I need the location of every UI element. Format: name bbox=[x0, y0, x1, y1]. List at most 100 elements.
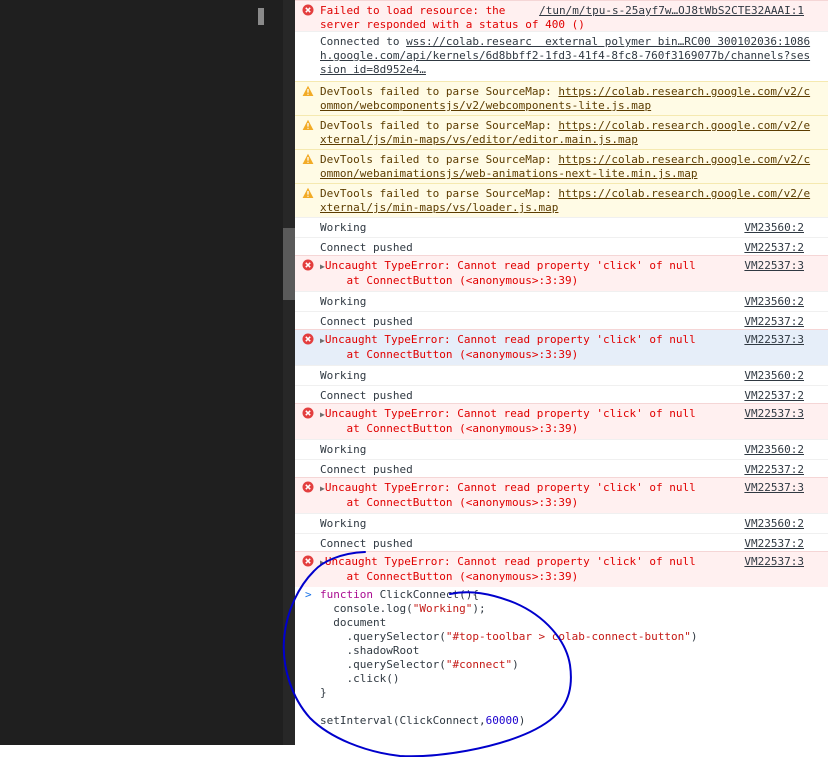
message-line: Connected to wss://colab.researc externa… bbox=[320, 35, 811, 48]
code-line[interactable]: document bbox=[320, 616, 386, 630]
console-warning-message: DevTools failed to parse SourceMap: http… bbox=[295, 81, 828, 115]
console-log-message: Connected to wss://colab.researc externa… bbox=[295, 31, 828, 81]
message-line: Working bbox=[320, 369, 367, 382]
expand-triangle-icon[interactable]: ▶ bbox=[320, 334, 325, 348]
code-line[interactable]: .shadowRoot bbox=[320, 644, 419, 658]
message-line: DevTools failed to parse SourceMap: http… bbox=[320, 187, 811, 200]
code-line[interactable]: } bbox=[320, 686, 327, 700]
source-map-link[interactable]: https://colab.research.google.com/v2/c bbox=[558, 153, 810, 166]
console-log-message: Working VM23560:2 bbox=[295, 217, 828, 237]
source-map-link[interactable]: ommon/webanimationsjs/web-animations-nex… bbox=[320, 167, 698, 180]
message-text: DevTools failed to parse SourceMap: http… bbox=[320, 153, 810, 181]
warning-triangle-icon bbox=[302, 119, 314, 130]
source-map-link[interactable]: https://colab.research.google.com/v2/c bbox=[558, 85, 810, 98]
message-text: ▶Uncaught TypeError: Cannot read propert… bbox=[320, 481, 696, 510]
code-line[interactable]: .querySelector("#top-toolbar > colab-con… bbox=[320, 630, 697, 644]
message-text: Connected to wss://colab.researc externa… bbox=[320, 35, 810, 77]
expand-triangle-icon[interactable]: ▶ bbox=[320, 408, 325, 422]
websocket-link[interactable]: h.google.com/api/kernels/6d8bbff2-1fd3-4… bbox=[320, 49, 810, 62]
source-map-link[interactable]: xternal/js/min-maps/vs/editor/editor.mai… bbox=[320, 133, 638, 146]
console-input[interactable]: > function ClickConnect(){ console.log("… bbox=[295, 587, 828, 745]
source-location-link[interactable]: VM23560:2 bbox=[744, 517, 804, 531]
message-line: ▶Uncaught TypeError: Cannot read propert… bbox=[320, 481, 696, 496]
console-warning-message: DevTools failed to parse SourceMap: http… bbox=[295, 149, 828, 183]
message-line: Working bbox=[320, 443, 367, 456]
source-location-link[interactable]: VM22537:3 bbox=[744, 555, 804, 569]
error-circle-icon bbox=[302, 407, 314, 419]
message-text: ▶Uncaught TypeError: Cannot read propert… bbox=[320, 333, 696, 362]
console-error-message[interactable]: ▶Uncaught TypeError: Cannot read propert… bbox=[295, 255, 828, 291]
message-line: Connect pushed bbox=[320, 389, 413, 402]
console-log-message: Connect pushed VM22537:2 bbox=[295, 237, 828, 255]
message-text: ▶Uncaught TypeError: Cannot read propert… bbox=[320, 259, 696, 288]
expand-triangle-icon[interactable]: ▶ bbox=[320, 482, 325, 496]
message-line: DevTools failed to parse SourceMap: http… bbox=[320, 119, 811, 132]
message-text: DevTools failed to parse SourceMap: http… bbox=[320, 119, 810, 147]
source-location-link[interactable]: VM22537:3 bbox=[744, 333, 804, 347]
message-text: ▶Uncaught TypeError: Cannot read propert… bbox=[320, 407, 696, 436]
scrollbar-thumb[interactable] bbox=[283, 228, 295, 300]
message-line: Connect pushed bbox=[320, 315, 413, 328]
console-log-message: Working VM23560:2 bbox=[295, 439, 828, 459]
message-line: at ConnectButton (<anonymous>:3:39) bbox=[320, 570, 579, 583]
source-location-link[interactable]: VM22537:3 bbox=[744, 259, 804, 273]
source-map-link[interactable]: https://colab.research.google.com/v2/e bbox=[558, 119, 810, 132]
console-error-message[interactable]: ▶Uncaught TypeError: Cannot read propert… bbox=[295, 403, 828, 439]
message-line: server responded with a status of 400 () bbox=[320, 18, 585, 31]
message-text: DevTools failed to parse SourceMap: http… bbox=[320, 187, 810, 215]
message-line: Working bbox=[320, 517, 367, 530]
source-map-link[interactable]: https://colab.research.google.com/v2/e bbox=[558, 187, 810, 200]
source-location-link[interactable]: VM22537:2 bbox=[744, 315, 804, 329]
code-line[interactable]: function ClickConnect(){ bbox=[320, 588, 479, 602]
message-line: DevTools failed to parse SourceMap: http… bbox=[320, 153, 811, 166]
console-error-message[interactable]: ▶Uncaught TypeError: Cannot read propert… bbox=[295, 477, 828, 513]
source-location-link[interactable]: VM22537:2 bbox=[744, 241, 804, 255]
message-text: Working bbox=[320, 295, 366, 309]
message-line: Connect pushed bbox=[320, 241, 413, 254]
source-location-link[interactable]: VM22537:3 bbox=[744, 407, 804, 421]
console-error-message[interactable]: ▶Uncaught TypeError: Cannot read propert… bbox=[295, 551, 828, 587]
message-line: ▶Uncaught TypeError: Cannot read propert… bbox=[320, 555, 696, 570]
expand-triangle-icon[interactable]: ▶ bbox=[320, 556, 325, 570]
message-line: xternal/js/min-maps/vs/loader.js.map bbox=[320, 201, 810, 215]
message-line: ▶Uncaught TypeError: Cannot read propert… bbox=[320, 333, 696, 348]
warning-triangle-icon bbox=[302, 153, 314, 164]
source-location-link[interactable]: VM22537:2 bbox=[744, 537, 804, 551]
devtools-console: Failed to load resource: the server respo… bbox=[295, 0, 828, 757]
message-line: sion id=8d952e4… bbox=[320, 63, 810, 77]
message-text: ▶Uncaught TypeError: Cannot read propert… bbox=[320, 555, 696, 584]
code-line[interactable]: setInterval(ClickConnect,60000) bbox=[320, 714, 525, 728]
message-line: ommon/webanimationsjs/web-animations-nex… bbox=[320, 167, 810, 181]
source-location-link[interactable]: VM22537:2 bbox=[744, 389, 804, 403]
message-text: Working bbox=[320, 221, 366, 235]
websocket-link[interactable]: wss://colab.researc external polymer bin… bbox=[406, 35, 810, 48]
code-line[interactable]: .querySelector("#connect") bbox=[320, 658, 518, 672]
source-location-link[interactable]: /tun/m/tpu-s-25ayf7w…OJ8tWbS2CTE32AAAI:1 bbox=[539, 4, 804, 18]
expand-triangle-icon[interactable]: ▶ bbox=[320, 260, 325, 274]
message-line: ▶Uncaught TypeError: Cannot read propert… bbox=[320, 407, 696, 422]
source-location-link[interactable]: VM23560:2 bbox=[744, 221, 804, 235]
message-line: ommon/webcomponentsjs/v2/webcomponents-l… bbox=[320, 99, 810, 113]
source-map-link[interactable]: xternal/js/min-maps/vs/loader.js.map bbox=[320, 201, 558, 214]
websocket-link[interactable]: sion id=8d952e4… bbox=[320, 63, 426, 76]
prompt-chevron-icon: > bbox=[305, 588, 312, 601]
console-error-message[interactable]: ▶Uncaught TypeError: Cannot read propert… bbox=[295, 329, 828, 365]
source-location-link[interactable]: VM22537:2 bbox=[744, 463, 804, 477]
message-line: DevTools failed to parse SourceMap: http… bbox=[320, 85, 811, 98]
code-line[interactable]: console.log("Working"); bbox=[320, 602, 485, 616]
source-location-link[interactable]: VM22537:3 bbox=[744, 481, 804, 495]
message-line: at ConnectButton (<anonymous>:3:39) bbox=[320, 496, 579, 509]
source-location-link[interactable]: VM23560:2 bbox=[744, 369, 804, 383]
source-map-link[interactable]: ommon/webcomponentsjs/v2/webcomponents-l… bbox=[320, 99, 651, 112]
source-location-link[interactable]: VM23560:2 bbox=[744, 295, 804, 309]
error-circle-icon bbox=[302, 481, 314, 493]
console-log-message: Connect pushed VM22537:2 bbox=[295, 533, 828, 551]
error-circle-icon bbox=[302, 259, 314, 271]
error-circle-icon bbox=[302, 4, 314, 16]
console-warning-message: DevTools failed to parse SourceMap: http… bbox=[295, 183, 828, 217]
cursor-marker bbox=[258, 8, 264, 25]
scrollbar-track[interactable] bbox=[283, 0, 295, 745]
source-location-link[interactable]: VM23560:2 bbox=[744, 443, 804, 457]
code-line[interactable]: .click() bbox=[320, 672, 399, 686]
error-circle-icon bbox=[302, 333, 314, 345]
